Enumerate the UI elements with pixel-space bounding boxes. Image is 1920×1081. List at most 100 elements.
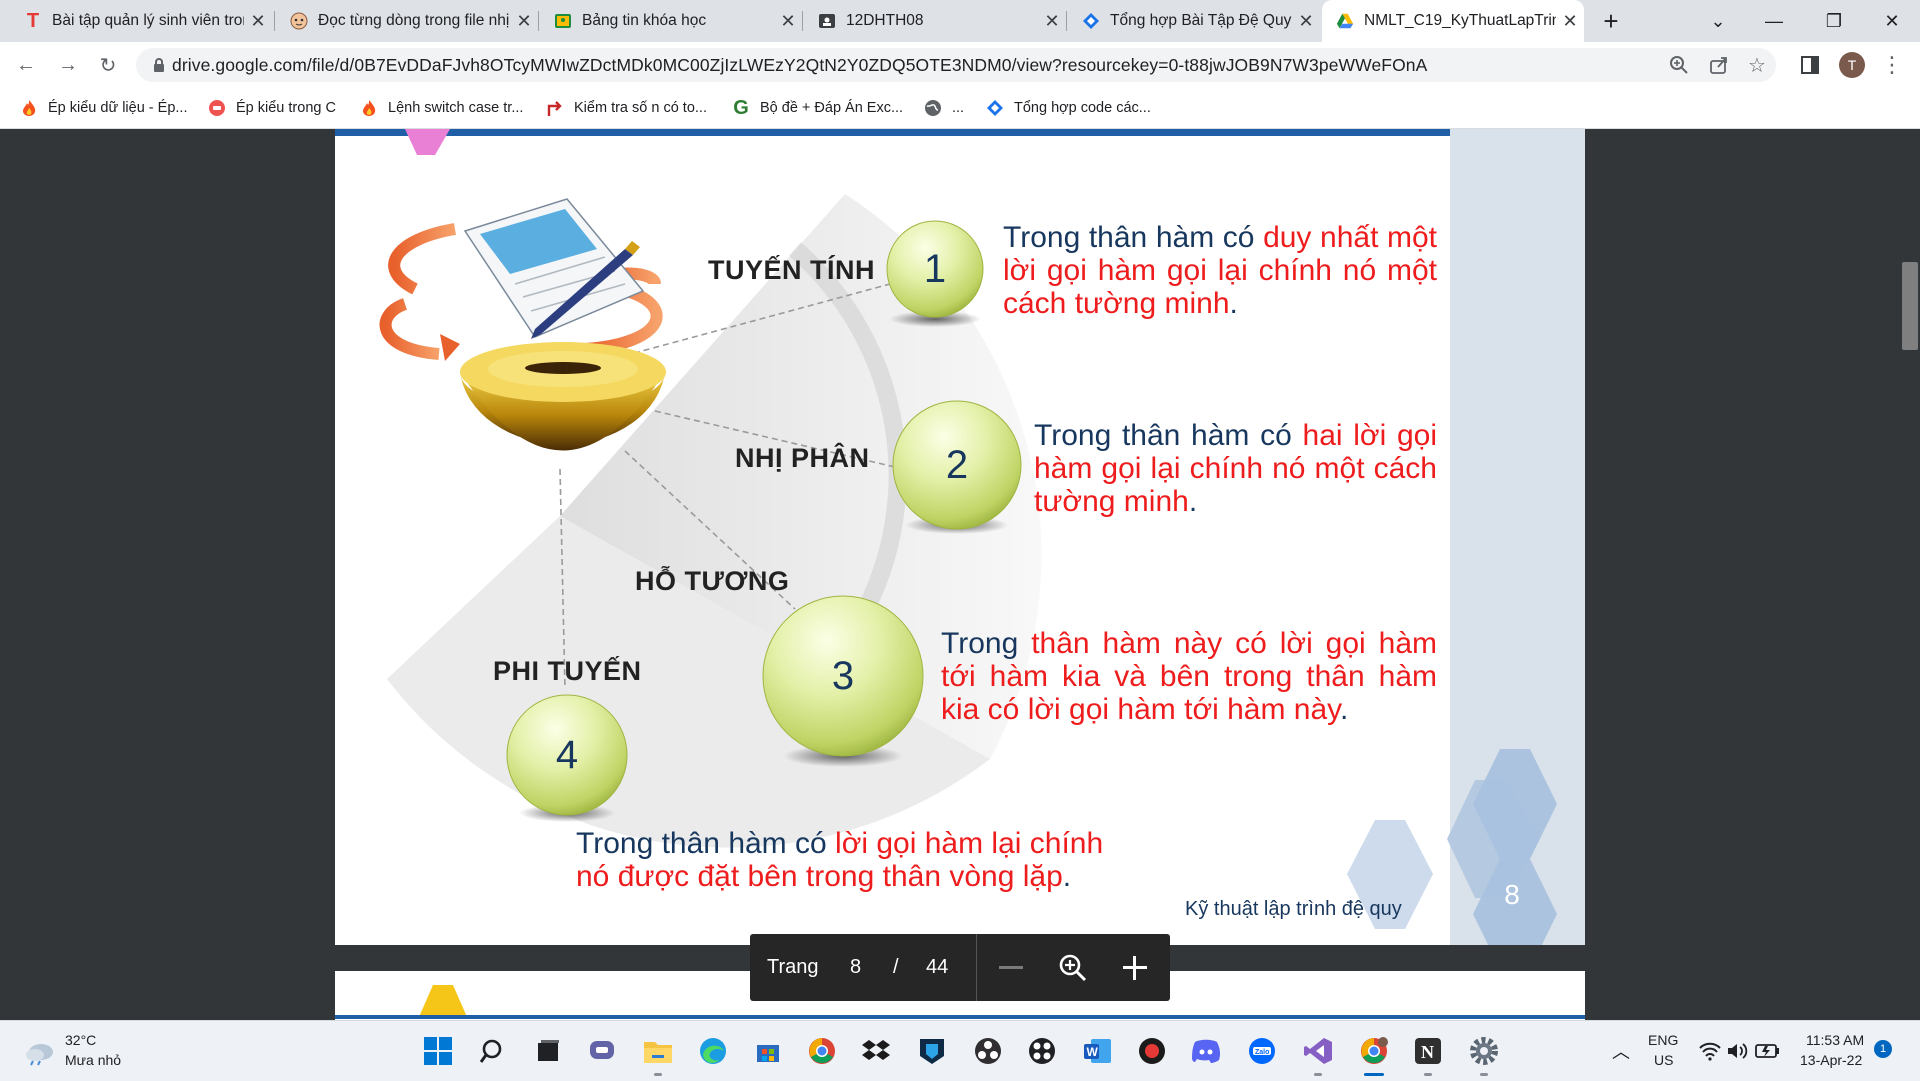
g-letter-icon: G <box>733 96 749 119</box>
tab-6-active[interactable]: NMLT_C19_KyThuatLapTrinh ✕ <box>1322 0 1584 42</box>
meet-icon <box>818 12 836 30</box>
close-icon[interactable]: ✕ <box>1292 11 1320 32</box>
tab-2[interactable]: Đọc từng dòng trong file nhị ✕ <box>276 0 538 42</box>
notification-badge[interactable]: 1 <box>1874 1040 1892 1058</box>
microsoft-store-icon[interactable] <box>752 1035 784 1067</box>
chevron-up-icon[interactable]: ︿ <box>1605 1035 1637 1067</box>
dropbox-icon[interactable] <box>860 1035 892 1067</box>
search-icon[interactable] <box>478 1035 510 1067</box>
ball-number-3: 3 <box>831 654 855 698</box>
diamond-icon <box>1082 12 1100 30</box>
close-icon[interactable]: ✕ <box>244 11 272 32</box>
svg-text:Zalo: Zalo <box>1255 1049 1269 1056</box>
word-icon[interactable]: W <box>1082 1035 1114 1067</box>
zoom-out-button[interactable] <box>998 934 1024 1001</box>
lock-icon[interactable] <box>148 54 170 76</box>
arrow-icon <box>546 99 564 117</box>
ball-number-4: 4 <box>555 733 579 777</box>
document-viewer[interactable]: TUYẾN TÍNH NHỊ PHÂN HỖ TƯƠNG PHI TUYẾN 1… <box>0 129 1920 1020</box>
bookmark-6[interactable]: ... <box>924 88 964 128</box>
teams-chat-icon[interactable] <box>586 1035 618 1067</box>
tab-1[interactable]: T Bài tập quản lý sinh viên trong ✕ <box>10 0 272 42</box>
scrollbar-thumb[interactable] <box>1902 262 1918 350</box>
edge-browser-icon[interactable] <box>697 1035 729 1067</box>
bookmark-2[interactable]: Ép kiểu trong C <box>208 88 336 128</box>
browser-toolbar: ← → ↻ drive.google.com/file/d/0B7EvDDaFJ… <box>0 42 1920 88</box>
tab-3[interactable]: Bảng tin khóa học ✕ <box>540 0 802 42</box>
settings-gear-icon[interactable] <box>1468 1035 1500 1067</box>
weather-temperature: 32°C <box>65 1032 97 1048</box>
face-icon <box>290 12 308 30</box>
forward-button[interactable]: → <box>52 49 84 81</box>
minimize-button[interactable]: — <box>1746 0 1802 42</box>
security-shield-icon[interactable] <box>916 1035 948 1067</box>
volume-icon[interactable] <box>1722 1035 1754 1067</box>
close-icon[interactable]: ✕ <box>1556 11 1584 32</box>
more-menu-icon[interactable]: ⋮ <box>1876 49 1908 81</box>
zoom-in-button[interactable] <box>1120 934 1150 1001</box>
chrome-icon[interactable] <box>806 1035 838 1067</box>
weather-icon[interactable] <box>24 1037 56 1069</box>
obs-icon[interactable] <box>972 1035 1004 1067</box>
current-page-input[interactable]: 8 <box>850 934 861 1001</box>
address-bar[interactable]: drive.google.com/file/d/0B7EvDDaFJvh8OTc… <box>136 48 1776 82</box>
notion-icon[interactable]: N <box>1412 1035 1444 1067</box>
slide-page: TUYẾN TÍNH NHỊ PHÂN HỖ TƯƠNG PHI TUYẾN 1… <box>335 129 1585 945</box>
share-icon[interactable] <box>1708 54 1730 76</box>
clock-date[interactable]: 13-Apr-22 <box>1800 1052 1862 1068</box>
description-nonlinear: Trong thân hàm có lời gọi hàm lại chính … <box>576 827 1104 893</box>
bookmark-7[interactable]: Tổng hợp code các... <box>986 88 1151 128</box>
running-indicator <box>1480 1073 1488 1076</box>
running-indicator <box>654 1073 662 1076</box>
running-indicator <box>1314 1073 1322 1076</box>
weather-description: Mưa nhỏ <box>65 1052 122 1068</box>
reload-button[interactable]: ↻ <box>92 49 124 81</box>
next-slide-header-line <box>335 1015 1585 1019</box>
svg-text:N: N <box>1421 1042 1434 1062</box>
windows-start-icon[interactable] <box>422 1035 454 1067</box>
keyboard-layout[interactable]: US <box>1654 1052 1673 1068</box>
bookmark-1[interactable]: Ép kiểu dữ liệu - Ép... <box>20 88 187 128</box>
zoom-icon[interactable] <box>1058 934 1088 1001</box>
t-red-letter-icon: T <box>26 9 40 32</box>
ball-number-1: 1 <box>923 247 947 291</box>
restore-button[interactable]: ❐ <box>1806 0 1862 42</box>
bookmark-4[interactable]: Kiểm tra số n có to... <box>546 88 707 128</box>
back-button[interactable]: ← <box>10 49 42 81</box>
next-slide-hexagon <box>419 985 467 1017</box>
tab-5[interactable]: Tổng hợp Bài Tập Đệ Quy - ✕ <box>1068 0 1320 42</box>
bookmark-star-icon[interactable]: ☆ <box>1746 54 1768 77</box>
chrome-profile-icon[interactable] <box>1358 1035 1390 1067</box>
tab-search-chevron-icon[interactable]: ⌄ <box>1690 0 1746 42</box>
close-icon[interactable]: ✕ <box>1038 11 1066 32</box>
language-code[interactable]: ENG <box>1648 1032 1678 1048</box>
tab-4[interactable]: 12DHTH08 ✕ <box>804 0 1066 42</box>
active-app-indicator <box>1364 1073 1384 1076</box>
battery-icon[interactable] <box>1752 1035 1784 1067</box>
new-tab-button[interactable]: + <box>1583 0 1639 42</box>
side-panel-icon[interactable] <box>1794 49 1826 81</box>
media-player-icon[interactable] <box>1026 1035 1058 1067</box>
url-text: drive.google.com/file/d/0B7EvDDaFJvh8OTc… <box>172 54 1428 75</box>
close-icon[interactable]: ✕ <box>510 11 538 32</box>
google-drive-icon <box>1336 12 1354 30</box>
discord-icon[interactable] <box>1190 1035 1222 1067</box>
globe-icon <box>924 99 942 117</box>
zoom-icon[interactable] <box>1668 54 1690 76</box>
bookmark-3[interactable]: Lệnh switch case tr... <box>360 88 523 128</box>
profile-avatar[interactable]: T <box>1839 52 1865 78</box>
bookmark-5[interactable]: G Bộ đề + Đáp Án Exc... <box>732 88 903 128</box>
close-icon[interactable]: ✕ <box>774 11 802 32</box>
file-explorer-icon[interactable] <box>642 1035 674 1067</box>
tab-separator <box>274 11 275 31</box>
visual-studio-icon[interactable] <box>1302 1035 1334 1067</box>
bookmarks-bar: Ép kiểu dữ liệu - Ép... Ép kiểu trong C … <box>0 88 1920 129</box>
flame-icon <box>20 99 38 117</box>
clock-time[interactable]: 11:53 AM <box>1806 1032 1864 1048</box>
close-window-button[interactable]: ✕ <box>1864 0 1920 42</box>
task-view-icon[interactable] <box>532 1035 564 1067</box>
zalo-icon[interactable]: Zalo <box>1246 1035 1278 1067</box>
record-icon[interactable] <box>1136 1035 1168 1067</box>
tab-strip: T Bài tập quản lý sinh viên trong ✕ Đọc … <box>0 0 1920 42</box>
label-binary: NHỊ PHÂN <box>735 443 870 473</box>
